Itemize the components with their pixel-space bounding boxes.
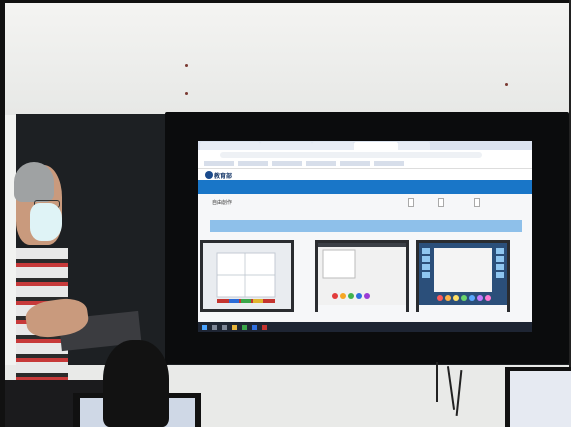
browser-tab[interactable] (398, 142, 430, 150)
face-mask (30, 203, 62, 241)
ministry-logo-icon (205, 171, 213, 179)
bookmark-item[interactable] (306, 161, 336, 166)
browser-tab-active[interactable] (354, 142, 398, 150)
paint-app-thumbnail-icon (318, 243, 406, 312)
bookmark-item[interactable] (238, 161, 268, 166)
edge-icon[interactable] (252, 325, 257, 330)
browser-icon[interactable] (242, 325, 247, 330)
bookmark-item[interactable] (272, 161, 302, 166)
site-navbar (198, 180, 532, 194)
paint-app-thumbnail-icon (419, 243, 507, 312)
file-explorer-icon[interactable] (232, 325, 237, 330)
artwork-card[interactable] (315, 240, 409, 312)
cable (436, 362, 438, 402)
upper-wall (5, 3, 569, 115)
browser-tab[interactable] (260, 142, 312, 150)
bookmark-item[interactable] (204, 161, 234, 166)
app-icon[interactable] (262, 325, 267, 330)
browser-tab[interactable] (312, 142, 354, 150)
filter-button[interactable] (438, 198, 444, 207)
category-dropdown[interactable] (210, 220, 522, 232)
address-bar[interactable] (220, 152, 482, 158)
artwork-card[interactable] (200, 240, 294, 312)
search-icon[interactable] (212, 325, 217, 330)
artwork-card[interactable] (416, 240, 510, 312)
bookmark-item[interactable] (340, 161, 370, 166)
bookmark-item[interactable] (374, 161, 404, 166)
paint-app-thumbnail-icon (203, 243, 291, 309)
task-view-icon[interactable] (222, 325, 227, 330)
wall-spot (185, 92, 188, 95)
student-head (103, 340, 169, 427)
wall-spot (505, 83, 508, 86)
site-header (198, 169, 532, 180)
start-icon[interactable] (202, 325, 207, 330)
site-logo-text[interactable]: 教育部 (214, 171, 232, 180)
classroom-photo: 教育部 自由創作 (0, 0, 571, 427)
teacher-hair (14, 162, 54, 202)
windows-taskbar (198, 322, 532, 332)
browser-tab[interactable] (200, 142, 260, 150)
browser-tab-bar (198, 141, 532, 150)
student-monitor-screen (510, 371, 571, 427)
page-title: 自由創作 (212, 200, 233, 206)
filter-button[interactable] (408, 198, 414, 207)
tv-screen: 教育部 自由創作 (198, 141, 532, 332)
bookmarks-bar (198, 160, 532, 169)
filter-button[interactable] (474, 198, 480, 207)
wall-spot (185, 64, 188, 67)
